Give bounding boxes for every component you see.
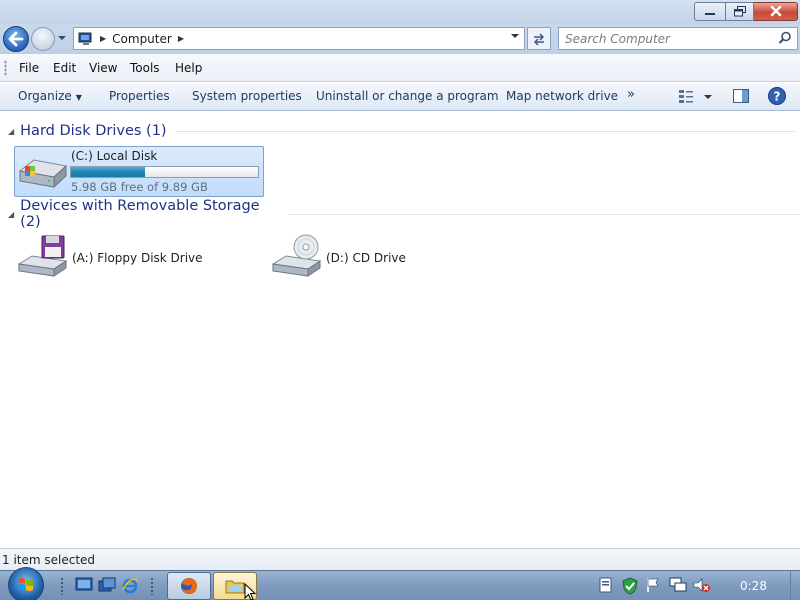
computer-icon [78,32,92,45]
taskbar-grip [150,577,154,595]
floppy-drive-label: (A:) Floppy Disk Drive [72,251,203,265]
search-box[interactable] [558,27,798,50]
system-properties-button[interactable]: System properties [192,89,302,103]
floppy-drive-item[interactable]: (A:) Floppy Disk Drive [18,234,218,280]
cd-drive-item[interactable]: (D:) CD Drive [272,234,472,280]
action-center-flag-icon[interactable] [645,577,661,593]
drive-free-space: 5.98 GB free of 9.89 GB [71,180,208,194]
navigation-bar: ▶ Computer ▶ [0,24,800,54]
chevron-down-icon [58,36,66,40]
menu-edit[interactable]: Edit [53,61,76,75]
properties-button[interactable]: Properties [109,89,170,103]
command-bar: Organize ▼ Properties System properties U… [0,83,800,111]
address-dropdown-icon[interactable] [510,32,520,40]
show-desktop-icon[interactable] [75,577,93,593]
menu-grip [4,60,7,76]
volume-muted-icon[interactable] [693,577,711,593]
menu-file[interactable]: File [19,61,39,75]
title-bar [0,0,800,24]
refresh-icon [533,32,545,46]
network-icon[interactable] [669,577,687,593]
organize-label: Organize [18,89,72,103]
group-divider [288,213,800,215]
security-shield-icon[interactable] [621,577,639,595]
group-title-hard-disks: Hard Disk Drives (1) [20,123,167,139]
switch-windows-icon[interactable] [98,577,116,593]
group-header-removable[interactable]: ◢ Devices with Removable Storage (2) [8,198,800,230]
chevron-down-icon: ▼ [75,93,82,102]
back-button[interactable] [3,26,29,52]
cd-drive-label: (D:) CD Drive [326,251,406,265]
folder-icon [225,580,245,594]
recent-pages-dropdown[interactable] [57,34,67,44]
close-icon [770,6,781,17]
drive-usage-bar [70,166,259,178]
hard-drive-icon [18,159,68,189]
minimize-icon [705,12,715,15]
organize-button[interactable]: Organize ▼ [18,89,82,103]
drive-c-tile[interactable]: (C:) Local Disk 5.98 GB free of 9.89 GB [14,146,264,197]
search-icon[interactable] [778,31,792,45]
uninstall-program-button[interactable]: Uninstall or change a program [316,89,499,103]
breadcrumb-separator-icon[interactable]: ▶ [100,34,106,43]
windows-logo-icon [19,578,33,591]
caption-buttons [694,2,798,21]
refresh-button[interactable] [527,27,551,50]
map-network-drive-button[interactable]: Map network drive [506,89,618,103]
breadcrumb-computer[interactable]: Computer [112,32,172,46]
back-arrow-icon [8,31,24,47]
view-options-icon [679,90,712,103]
search-input[interactable] [565,29,770,48]
taskbar-firefox[interactable] [167,572,211,600]
breadcrumb-separator-icon[interactable]: ▶ [178,34,184,43]
restore-icon [733,6,746,17]
forward-button[interactable] [31,27,55,51]
status-text: 1 item selected [2,553,96,567]
system-clock[interactable]: 0:28 [740,579,767,593]
show-desktop-button[interactable] [790,571,800,600]
help-button[interactable]: ? [768,87,786,108]
address-bar[interactable]: ▶ Computer ▶ [73,27,525,50]
collapse-triangle-icon: ◢ [8,209,15,219]
preview-pane-button[interactable] [733,88,749,107]
help-icon: ? [768,87,786,105]
taskbar: 0:28 [0,567,800,600]
status-bar: 1 item selected [0,548,800,570]
more-commands-button[interactable]: » [627,87,635,102]
menu-tools[interactable]: Tools [130,61,160,75]
close-button[interactable] [754,2,798,21]
menu-view[interactable]: View [89,61,117,75]
cd-drive-icon [272,234,322,277]
group-title-removable: Devices with Removable Storage (2) [20,198,260,230]
menu-help[interactable]: Help [175,61,202,75]
svg-text:?: ? [774,90,781,104]
minimize-button[interactable] [694,2,726,21]
drive-usage-fill [71,167,145,177]
preview-pane-icon [733,89,749,103]
firefox-icon [181,578,197,594]
menu-bar: File Edit View Tools Help [0,54,800,82]
start-button[interactable] [8,567,44,600]
restore-button[interactable] [726,2,754,21]
internet-explorer-icon[interactable] [121,577,139,595]
change-view-button[interactable] [678,88,714,109]
mouse-cursor-icon [244,583,257,600]
drive-c-name: (C:) Local Disk [71,149,158,163]
group-divider [174,130,795,132]
file-list-pane: ◢ Hard Disk Drives (1) (C:) Local Disk 5… [0,112,800,548]
group-header-hard-disks[interactable]: ◢ Hard Disk Drives (1) [8,120,795,142]
floppy-drive-icon [18,235,68,277]
tray-document-icon[interactable] [598,577,614,593]
taskbar-grip [60,577,64,595]
collapse-triangle-icon: ◢ [8,126,15,136]
